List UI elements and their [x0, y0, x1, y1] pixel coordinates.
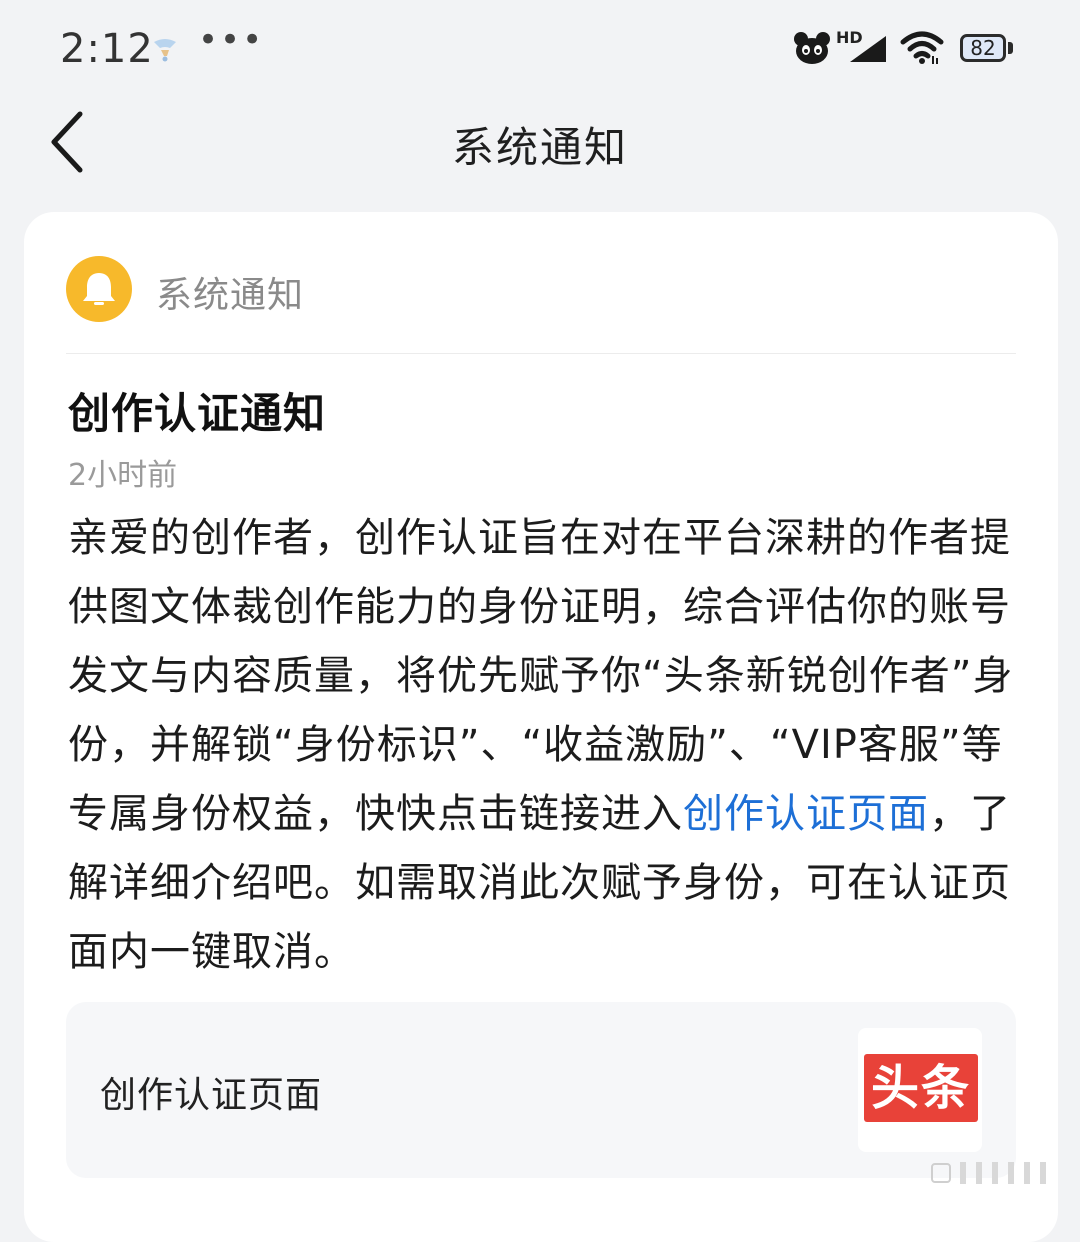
status-glyph-icon — [930, 1160, 1056, 1186]
certification-page-link[interactable]: 创作认证页面 — [683, 791, 929, 837]
notification-body: 亲爱的创作者，创作认证旨在对在平台深耕的作者提供图文体裁创作能力的身份证明，综合… — [68, 504, 1028, 987]
notification-title: 创作认证通知 — [68, 389, 327, 438]
pet-app-icon — [792, 30, 832, 66]
divider — [66, 353, 1016, 354]
nav-bar: 系统通知 — [0, 96, 1080, 192]
battery-icon: 82 — [960, 34, 1006, 62]
battery-level: 82 — [970, 36, 996, 60]
sender-row: 系统通知 — [66, 256, 1016, 322]
sender-avatar — [66, 256, 132, 322]
signal-icon — [846, 34, 888, 64]
notification-card: 系统通知 创作认证通知 2小时前 亲爱的创作者，创作认证旨在对在平台深耕的作者提… — [24, 212, 1058, 1242]
toutiao-logo-thumbnail: 头条 — [858, 1028, 982, 1152]
sender-name: 系统通知 — [156, 275, 305, 316]
weather-icon — [150, 34, 180, 64]
page-title: 系统通知 — [451, 123, 628, 172]
status-time: 2:12 — [60, 26, 154, 72]
notification-time: 2小时前 — [68, 458, 178, 493]
toutiao-logo: 头条 — [864, 1054, 978, 1122]
body-text-part1: 亲爱的创作者，创作认证旨在对在平台深耕的作者提供图文体裁创作能力的身份证明，综合… — [68, 515, 1014, 837]
battery-tip — [1008, 42, 1013, 54]
certification-link-card[interactable]: 创作认证页面 头条 — [66, 1002, 1016, 1178]
bell-icon — [66, 256, 132, 326]
wifi-icon — [900, 30, 944, 66]
link-card-title: 创作认证页面 — [100, 1075, 323, 1116]
more-notifications-indicator: ••• — [198, 20, 265, 60]
status-bar: 2:12 ••• HD 82 — [0, 0, 1080, 96]
